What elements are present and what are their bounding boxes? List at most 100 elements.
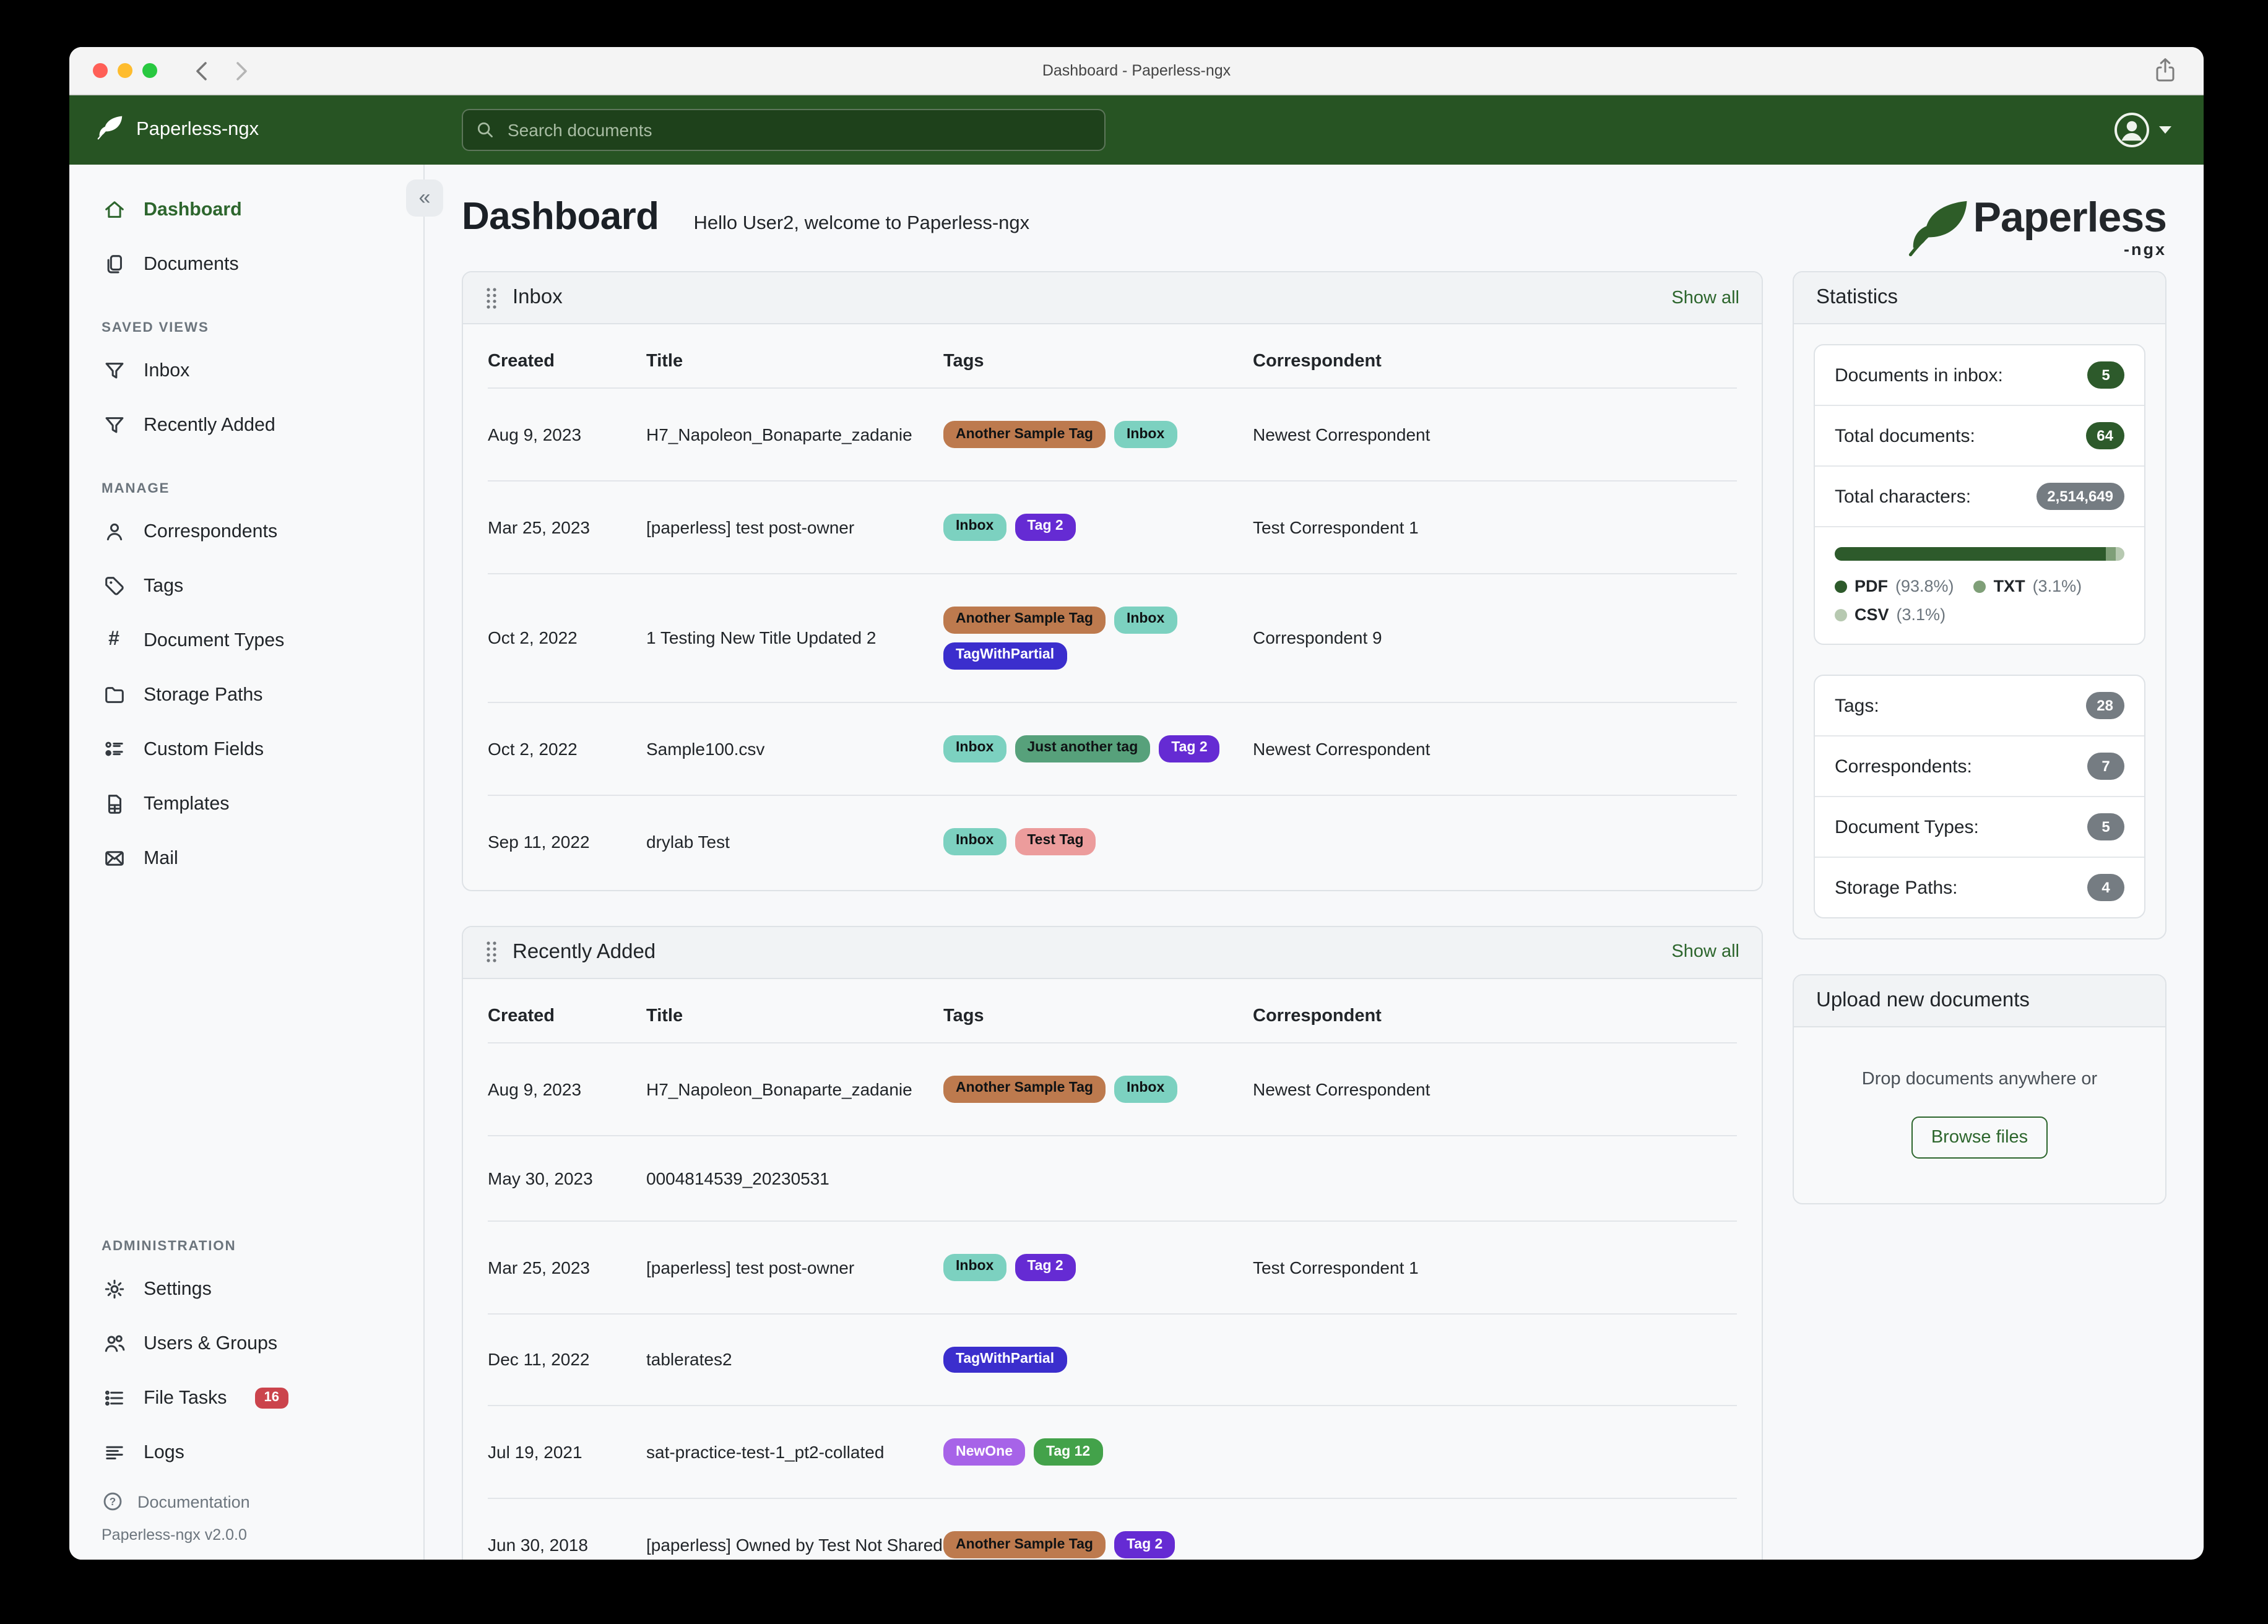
table-row[interactable]: May 30, 2023 0004814539_20230531	[488, 1134, 1737, 1220]
stat-value-badge: 5	[2087, 813, 2124, 840]
tag-pill[interactable]: Just another tag	[1015, 735, 1151, 762]
legend-item-pdf: PDF (93.8%)	[1835, 577, 1954, 595]
sidebar-item-inbox[interactable]: Inbox	[69, 343, 423, 397]
table-row[interactable]: Mar 25, 2023 [paperless] test post-owner I…	[488, 480, 1737, 573]
legend-dot	[1835, 580, 1847, 592]
tag-pill[interactable]: Inbox	[1114, 421, 1177, 448]
sidebar-item-label: Mail	[144, 847, 178, 868]
search-input[interactable]	[505, 119, 1092, 141]
tag-pill[interactable]: TagWithPartial	[943, 1346, 1067, 1373]
sidebar-item-logs[interactable]: Logs	[69, 1425, 423, 1479]
upload-dropzone[interactable]: Drop documents anywhere or Browse files	[1794, 1027, 2165, 1203]
sidebar-item-settings[interactable]: Settings	[69, 1261, 423, 1316]
drag-handle-icon[interactable]	[485, 941, 498, 963]
app-navbar: Paperless-ngx	[69, 95, 2204, 165]
tag-pill[interactable]: Tag 12	[1034, 1438, 1103, 1466]
table-row[interactable]: Jul 19, 2021 sat-practice-test-1_pt2-coll…	[488, 1405, 1737, 1498]
legend-dot	[1835, 608, 1847, 621]
user-menu[interactable]	[2113, 111, 2171, 149]
logs-icon	[102, 1440, 126, 1464]
sidebar-item-templates[interactable]: Templates	[69, 776, 423, 831]
cell-created: Jun 30, 2018	[488, 1535, 588, 1555]
paperless-logo: Paperless -ngx	[1907, 197, 2167, 262]
back-button[interactable]	[194, 60, 208, 81]
table-row[interactable]: Oct 2, 2022 1 Testing New Title Updated 2…	[488, 572, 1737, 702]
tag-pill[interactable]: Another Sample Tag	[943, 1531, 1106, 1559]
sidebar-item-dashboard[interactable]: Dashboard	[69, 182, 423, 236]
tag-pill[interactable]: Inbox	[943, 735, 1006, 762]
documentation-link[interactable]: ? Documentation	[69, 1479, 423, 1524]
zoom-window-button[interactable]	[142, 63, 157, 78]
sidebar-item-correspondents[interactable]: Correspondents	[69, 504, 423, 558]
tag-pill[interactable]: Another Sample Tag	[943, 1075, 1106, 1103]
brand[interactable]: Paperless-ngx	[97, 114, 259, 146]
cell-correspondent: Test Correspondent 1	[1253, 517, 1419, 537]
cell-tags: Another Sample Tag Inbox TagWithPartial	[943, 606, 1253, 670]
column-header-created: Created	[488, 352, 555, 371]
table-row[interactable]: Jun 30, 2018 [paperless] Owned by Test No…	[488, 1498, 1737, 1560]
show-all-link[interactable]: Show all	[1671, 942, 1739, 962]
table-row[interactable]: Aug 9, 2023 H7_Napoleon_Bonaparte_zadanie…	[488, 387, 1737, 480]
sidebar-item-recently-added[interactable]: Recently Added	[69, 397, 423, 452]
documents-icon	[102, 251, 126, 276]
forward-button[interactable]	[235, 60, 249, 81]
cell-title: [paperless] Owned by Test Not Shared	[646, 1535, 943, 1555]
tag-pill[interactable]: Tag 2	[1114, 1531, 1175, 1559]
tag-pill[interactable]: Another Sample Tag	[943, 421, 1106, 448]
sidebar-item-storage-paths[interactable]: Storage Paths	[69, 667, 423, 722]
sidebar-item-label: Inbox	[144, 360, 190, 381]
sidebar-item-tags[interactable]: Tags	[69, 558, 423, 613]
cell-created: May 30, 2023	[488, 1168, 593, 1188]
sidebar-item-documents[interactable]: Documents	[69, 236, 423, 291]
filter-icon	[102, 358, 126, 382]
stat-label: Documents in inbox:	[1835, 365, 2003, 386]
sidebar-item-mail[interactable]: Mail	[69, 831, 423, 885]
cell-tags: Another Sample Tag Inbox	[943, 421, 1253, 448]
table-row[interactable]: Dec 11, 2022 tablerates2 TagWithPartial	[488, 1313, 1737, 1406]
main-content: Dashboard Hello User2, welcome to Paperl…	[425, 165, 2204, 1560]
table-row[interactable]: Mar 25, 2023 [paperless] test post-owner I…	[488, 1220, 1737, 1313]
avatar-icon	[2114, 113, 2149, 147]
sidebar-item-document-types[interactable]: # Document Types	[69, 613, 423, 667]
legend-name: CSV	[1855, 605, 1889, 624]
sidebar-section-saved-views: SAVED VIEWS	[102, 321, 209, 335]
tag-pill[interactable]: Another Sample Tag	[943, 606, 1106, 634]
sidebar-item-users-groups[interactable]: Users & Groups	[69, 1316, 423, 1370]
table-row[interactable]: Oct 2, 2022 Sample100.csv Inbox Just anothe…	[488, 701, 1737, 795]
tag-pill[interactable]: Inbox	[1114, 606, 1177, 634]
minimize-window-button[interactable]	[118, 63, 132, 78]
table-row[interactable]: Sep 11, 2022 drylab Test Inbox Test Tag	[488, 794, 1737, 887]
cell-title: drylab Test	[646, 831, 730, 852]
tag-pill[interactable]: Tag 2	[1159, 735, 1220, 762]
search-bar[interactable]	[462, 109, 1106, 151]
stat-row-storage-paths: Storage Paths: 4	[1815, 857, 2144, 917]
browse-files-button[interactable]: Browse files	[1911, 1116, 2048, 1159]
sidebar-item-custom-fields[interactable]: Custom Fields	[69, 722, 423, 776]
cell-title: tablerates2	[646, 1349, 732, 1370]
tag-pill[interactable]: NewOne	[943, 1438, 1026, 1466]
close-window-button[interactable]	[93, 63, 108, 78]
tag-pill[interactable]: Inbox	[943, 1253, 1006, 1281]
table-row[interactable]: Aug 9, 2023 H7_Napoleon_Bonaparte_zadanie…	[488, 1042, 1737, 1134]
tag-pill[interactable]: Tag 2	[1015, 1253, 1076, 1281]
tag-pill[interactable]: Inbox	[943, 513, 1006, 541]
share-icon[interactable]	[2154, 57, 2176, 89]
app-version: Paperless-ngx v2.0.0	[102, 1526, 247, 1544]
cell-created: Jul 19, 2021	[488, 1442, 582, 1462]
cell-title: [paperless] test post-owner	[646, 517, 855, 537]
cell-tags: Inbox Just another tag Tag 2	[943, 735, 1253, 762]
sidebar-collapse-button[interactable]: «	[406, 179, 443, 217]
show-all-link[interactable]: Show all	[1671, 288, 1739, 308]
drag-handle-icon[interactable]	[485, 287, 498, 309]
window-controls	[93, 63, 157, 78]
tag-pill[interactable]: Inbox	[943, 827, 1006, 855]
tag-pill[interactable]: Inbox	[1114, 1075, 1177, 1103]
stat-row-document-types: Document Types: 5	[1815, 796, 2144, 857]
tag-pill[interactable]: TagWithPartial	[943, 642, 1067, 670]
bar-segment-pdf	[1835, 547, 2106, 561]
sidebar-item-file-tasks[interactable]: File Tasks 16	[69, 1370, 423, 1425]
tag-pill[interactable]: Tag 2	[1015, 513, 1076, 541]
sidebar-item-label: Templates	[144, 793, 230, 814]
cell-created: Oct 2, 2022	[488, 628, 578, 648]
tag-pill[interactable]: Test Tag	[1015, 827, 1096, 855]
